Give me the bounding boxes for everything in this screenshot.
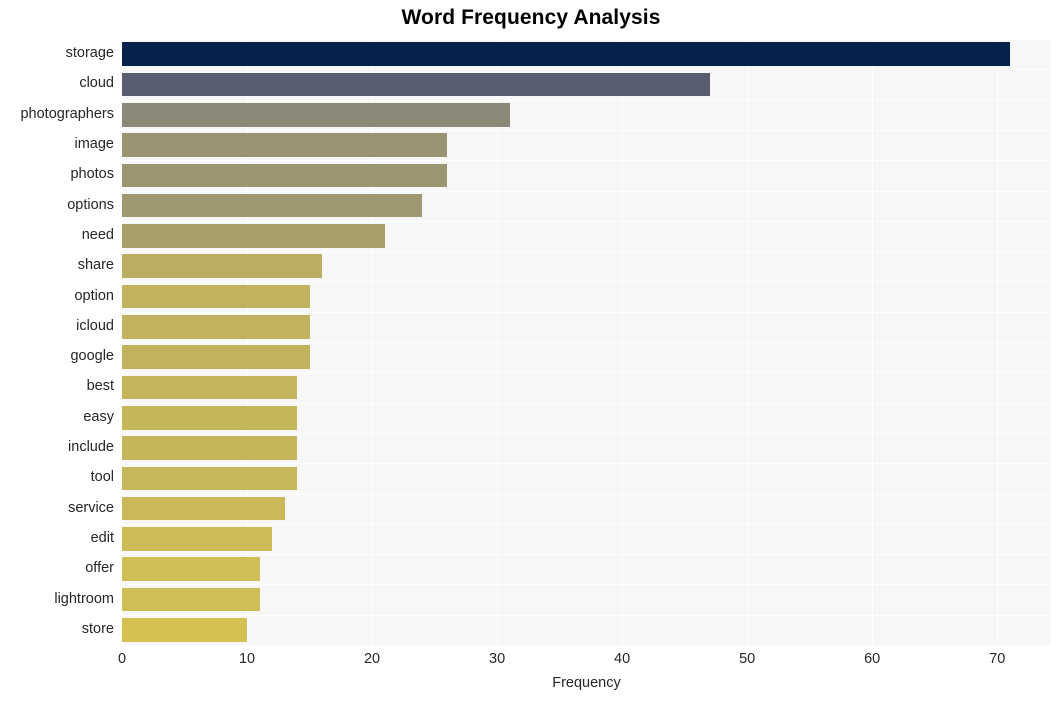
x-tick-label-40: 40 <box>614 651 631 667</box>
x-tick-label-0: 0 <box>117 651 127 667</box>
y-tick-label-lightroom: lightroom <box>54 590 114 607</box>
bar-icloud[interactable] <box>122 315 310 339</box>
bar-lightroom[interactable] <box>122 587 260 612</box>
bar-tool[interactable] <box>122 466 298 491</box>
y-tick-label-image: image <box>74 136 115 153</box>
y-tick-label-option: option <box>74 287 114 304</box>
y-tick-label-cloud: cloud <box>79 75 114 92</box>
y-tick-label-photos: photos <box>70 166 114 183</box>
bar-storage[interactable] <box>122 42 1010 66</box>
bar-best[interactable] <box>122 375 298 400</box>
bar-service[interactable] <box>122 496 285 521</box>
y-tick-label-google: google <box>70 348 114 365</box>
chart-title: Word Frequency Analysis <box>401 6 661 29</box>
y-axis-tick-labels: storage cloud photographers image photos opti… <box>0 39 114 645</box>
y-tick-label-best: best <box>86 378 114 395</box>
bar-share[interactable] <box>122 254 323 279</box>
bar-include[interactable] <box>122 436 298 460</box>
bar-option[interactable] <box>122 284 310 309</box>
y-tick-label-tool: tool <box>90 469 114 486</box>
y-tick-label-icloud: icloud <box>76 317 114 334</box>
bars-layer <box>122 39 1051 645</box>
x-tick-label-10: 10 <box>238 651 256 667</box>
bar-photos[interactable] <box>122 163 448 188</box>
bar-options[interactable] <box>122 193 423 218</box>
bar-offer[interactable] <box>122 557 260 582</box>
x-tick-label-60: 60 <box>864 651 881 667</box>
x-axis-title: Frequency <box>552 675 621 691</box>
y-tick-label-storage: storage <box>65 45 114 62</box>
x-tick-label-30: 30 <box>489 651 506 667</box>
bar-edit[interactable] <box>122 527 273 551</box>
y-tick-label-edit: edit <box>90 529 114 546</box>
y-tick-label-options: options <box>67 196 114 213</box>
word-frequency-chart: Word Frequency Analysis storage cloud phot… <box>0 0 1062 701</box>
y-tick-label-share: share <box>77 257 114 274</box>
bar-store[interactable] <box>122 618 248 642</box>
bar-photographers[interactable] <box>122 102 510 127</box>
bar-need[interactable] <box>122 224 385 248</box>
x-tick-label-50: 50 <box>739 651 756 667</box>
y-tick-label-photographers: photographers <box>20 105 114 122</box>
y-tick-label-include: include <box>68 439 114 456</box>
bar-cloud[interactable] <box>122 72 710 97</box>
y-tick-label-easy: easy <box>83 408 114 425</box>
y-tick-label-service: service <box>68 499 114 516</box>
plot-area <box>122 39 1051 646</box>
y-tick-label-store: store <box>81 620 114 637</box>
bar-easy[interactable] <box>122 405 298 430</box>
gridline-horizontal <box>122 645 1051 646</box>
x-axis-tick-labels: 0 10 20 30 40 50 60 70 <box>0 651 1062 673</box>
bar-google[interactable] <box>122 345 310 369</box>
y-tick-label-need: need <box>81 226 114 243</box>
y-tick-label-offer: offer <box>85 560 114 577</box>
x-tick-label-70: 70 <box>989 651 1006 667</box>
bar-image[interactable] <box>122 133 448 157</box>
x-tick-label-20: 20 <box>363 651 381 667</box>
